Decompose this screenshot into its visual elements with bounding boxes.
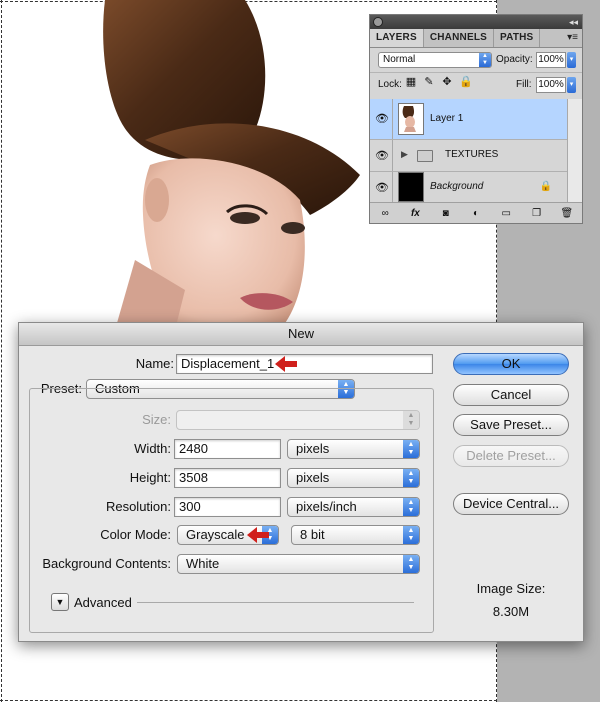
collapse-icon[interactable]: ◂◂ (569, 15, 578, 29)
annotation-arrow-icon (275, 356, 297, 372)
save-preset-button[interactable]: Save Preset... (453, 414, 569, 436)
adjustment-layer-icon[interactable]: ◐ (468, 208, 484, 219)
size-select: ▲ ▼ (176, 410, 420, 430)
layer-row-layer-1[interactable]: 👁 Layer 1 (370, 99, 568, 140)
device-central-button[interactable]: Device Central... (453, 493, 569, 515)
advanced-label: Advanced (74, 595, 132, 610)
width-field[interactable]: 2480 (174, 439, 281, 459)
expand-triangle-icon[interactable]: ▶ (401, 149, 408, 160)
height-field[interactable]: 3508 (174, 468, 281, 488)
select-arrows-icon: ▲ ▼ (479, 53, 491, 67)
tab-paths[interactable]: PATHS (494, 29, 541, 47)
bit-depth-select[interactable]: 8 bit ▲ ▼ (291, 525, 420, 545)
height-label: Height: (129, 470, 171, 485)
annotation-arrow-icon (247, 527, 269, 543)
fill-dropdown-icon[interactable]: ▾ (567, 77, 576, 93)
layer-row-textures[interactable]: 👁 ▶ TEXTURES (370, 140, 568, 172)
lock-transparent-icon[interactable]: ▦ (405, 76, 417, 88)
select-arrows-icon: ▲ ▼ (403, 555, 419, 573)
width-unit-value: pixels (296, 441, 330, 456)
panel-tabs: LAYERS CHANNELS PATHS ▾≡ (370, 29, 582, 48)
bit-depth-value: 8 bit (300, 527, 325, 542)
lock-all-icon[interactable]: 🔒 (459, 76, 473, 88)
visibility-eye-icon[interactable]: 👁 (374, 112, 390, 126)
resolution-unit-value: pixels/inch (296, 499, 357, 514)
layer-name: TEXTURES (445, 149, 499, 160)
folder-icon (417, 150, 433, 162)
panel-footer: ∞ fx ◙ ◐ ▭ ❐ 🗑 (370, 202, 582, 223)
blend-mode-select[interactable]: Normal ▲ ▼ (378, 52, 492, 68)
selection-marquee-bottom (0, 700, 497, 701)
image-size-value: 8.30M (492, 604, 530, 619)
color-mode-value: Grayscale (186, 527, 245, 542)
name-field[interactable]: Displacement_1 (176, 354, 433, 374)
link-layers-icon[interactable]: ∞ (377, 208, 393, 219)
panel-titlebar: ◂◂ (370, 15, 582, 29)
panel-menu-icon[interactable]: ▾≡ (567, 29, 578, 47)
background-contents-value: White (186, 556, 220, 571)
layer-row-background[interactable]: 👁 Background 🔒 (370, 172, 568, 204)
width-unit-select[interactable]: pixels ▲ ▼ (287, 439, 420, 459)
layer-name: Background (430, 181, 484, 192)
delete-preset-button: Delete Preset... (453, 445, 569, 467)
visibility-eye-icon[interactable]: 👁 (374, 149, 390, 163)
select-arrows-icon: ▲ ▼ (403, 526, 419, 544)
fx-icon[interactable]: fx (407, 208, 423, 219)
model-photo (103, 0, 360, 330)
background-contents-select[interactable]: White ▲ ▼ (177, 554, 420, 574)
ok-button[interactable]: OK (453, 353, 569, 375)
layer-name: Layer 1 (430, 113, 464, 124)
lock-row: Lock: ▦ ✎ ✥ 🔒 Fill: 100% ▾ (370, 72, 582, 97)
cancel-button[interactable]: Cancel (453, 384, 569, 406)
width-label: Width: (134, 441, 171, 456)
opacity-input[interactable]: 100% (536, 52, 566, 68)
layer-list-scrollbar[interactable] (567, 99, 582, 203)
advanced-divider (137, 602, 414, 603)
name-label: Name: (135, 356, 174, 371)
height-unit-select[interactable]: pixels ▲ ▼ (287, 468, 420, 488)
close-icon[interactable] (373, 17, 383, 27)
background-contents-label: Background Contents: (42, 556, 171, 571)
lock-position-icon[interactable]: ✥ (441, 76, 453, 88)
tab-layers[interactable]: LAYERS (370, 29, 424, 47)
image-size-label: Image Size: (476, 581, 546, 596)
size-label: Size: (142, 412, 171, 427)
add-mask-icon[interactable]: ◙ (438, 208, 454, 219)
new-layer-icon[interactable]: ❐ (529, 208, 545, 219)
resolution-unit-select[interactable]: pixels/inch ▲ ▼ (287, 497, 420, 517)
opacity-label: Opacity: (496, 54, 533, 65)
layer-thumbnail (398, 103, 424, 135)
dialog-title: New (19, 323, 583, 346)
layer-list: 👁 Layer 1 👁 ▶ TEXTURES 👁 Background 🔒 (370, 99, 568, 204)
selection-marquee-left (1, 0, 2, 702)
advanced-disclosure-button[interactable]: ▼ (51, 593, 69, 611)
trash-icon[interactable]: 🗑 (559, 208, 575, 219)
lock-icon: 🔒 (539, 181, 552, 192)
fill-label: Fill: (516, 79, 532, 90)
resolution-field[interactable]: 300 (174, 497, 281, 517)
color-mode-label: Color Mode: (100, 527, 171, 542)
select-arrows-icon: ▲ ▼ (403, 440, 419, 458)
blend-row: Normal ▲ ▼ Opacity: 100% ▾ (370, 48, 582, 72)
layers-panel: ◂◂ LAYERS CHANNELS PATHS ▾≡ Normal ▲ ▼ Op… (369, 14, 583, 224)
select-arrows-icon: ▲ ▼ (403, 469, 419, 487)
tab-channels[interactable]: CHANNELS (424, 29, 495, 47)
blend-mode-value: Normal (383, 54, 416, 65)
new-group-icon[interactable]: ▭ (498, 208, 514, 219)
visibility-eye-icon[interactable]: 👁 (374, 181, 390, 195)
lock-label: Lock: (378, 79, 402, 90)
layer-thumbnail (398, 172, 424, 202)
select-arrows-icon: ▲ ▼ (403, 498, 419, 516)
fill-input[interactable]: 100% (536, 77, 566, 93)
lock-image-icon[interactable]: ✎ (423, 76, 435, 88)
select-arrows-icon: ▲ ▼ (403, 411, 419, 429)
height-unit-value: pixels (296, 470, 330, 485)
resolution-label: Resolution: (105, 499, 171, 514)
opacity-dropdown-icon[interactable]: ▾ (567, 52, 576, 68)
new-document-dialog: New Name: Displacement_1 Preset: Custom … (18, 322, 584, 642)
